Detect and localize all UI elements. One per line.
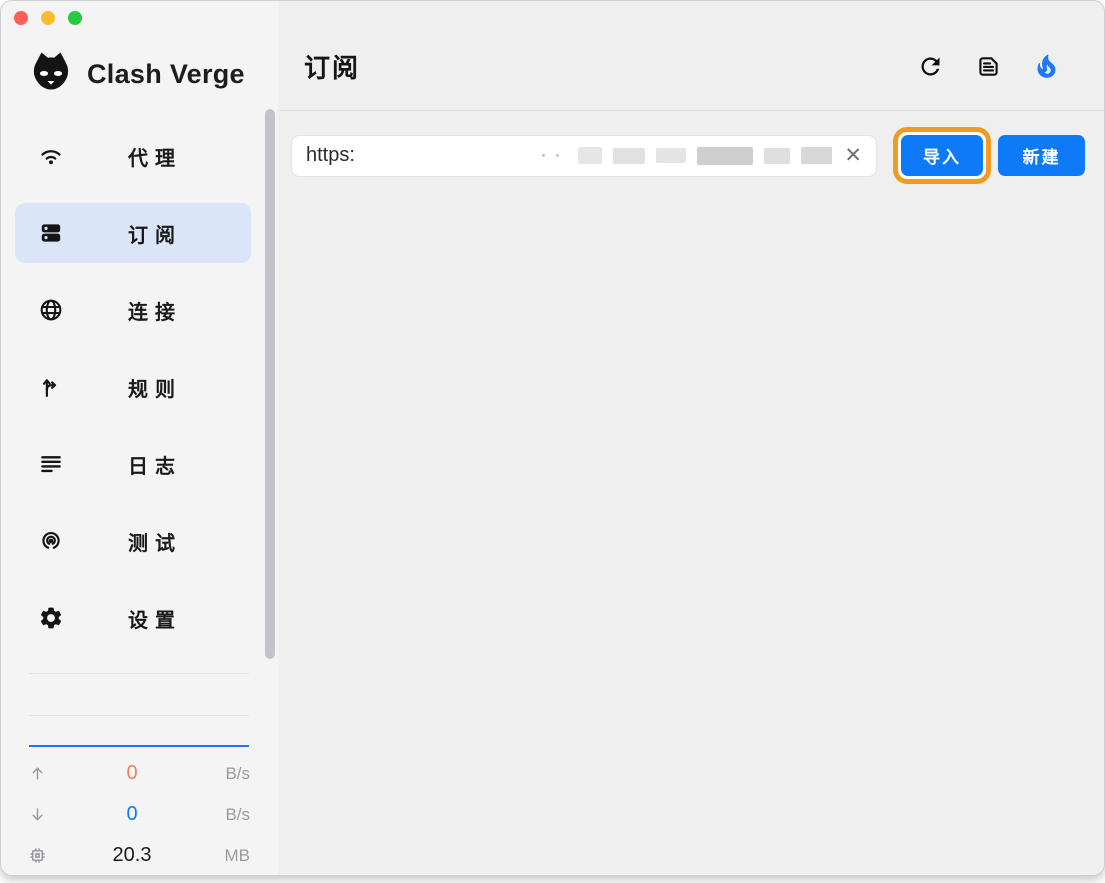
- globe-icon: [38, 297, 64, 323]
- clear-input-icon[interactable]: ✕: [842, 143, 864, 168]
- subscription-toolbar: https: ✕ 导入 新建: [291, 126, 1085, 185]
- sidebar-divider: [29, 673, 249, 674]
- sidebar-nav: 代理 订阅: [15, 126, 251, 665]
- sidebar-item-label: 日志: [128, 450, 182, 479]
- subscription-url-input[interactable]: https: ✕: [291, 135, 877, 177]
- header-actions: [917, 53, 1060, 80]
- traffic-stats: 0 B/s 0 B/s 20.3 MB: [28, 753, 250, 876]
- sidebar-item-label: 连接: [128, 296, 182, 325]
- sidebar-item-label: 订阅: [128, 219, 182, 248]
- fork-icon: [38, 374, 64, 400]
- download-speed-unit: B/s: [206, 805, 250, 825]
- gear-icon: [38, 605, 64, 631]
- sidebar-item-settings[interactable]: 设置: [15, 588, 251, 648]
- page-title: 订阅: [304, 48, 360, 85]
- sidebar-item-label: 测试: [128, 527, 182, 556]
- app-window: Clash Verge 代理: [0, 0, 1105, 876]
- maximize-window-button[interactable]: [68, 11, 82, 25]
- refresh-icon[interactable]: [917, 53, 944, 80]
- sidebar-item-test[interactable]: 测试: [15, 511, 251, 571]
- app-title: Clash Verge: [87, 59, 245, 90]
- profiles-empty-area: [278, 185, 1104, 875]
- sidebar-item-label: 设置: [128, 604, 182, 633]
- download-speed-value: 0: [58, 803, 206, 826]
- sidebar-item-label: 代理: [128, 142, 182, 171]
- app-logo: Clash Verge: [27, 48, 245, 101]
- minimize-window-button[interactable]: [41, 11, 55, 25]
- memory-stat: 20.3 MB: [28, 835, 250, 876]
- page-header: 订阅: [278, 1, 1104, 111]
- window-controls: [14, 11, 82, 25]
- sidebar: Clash Verge 代理: [1, 1, 278, 875]
- url-value: https:: [306, 144, 355, 167]
- arrow-up-icon: [28, 764, 58, 783]
- sidebar-divider: [29, 715, 249, 716]
- traffic-graph-baseline: [29, 745, 249, 747]
- upload-speed-unit: B/s: [206, 764, 250, 784]
- sidebar-item-profiles[interactable]: 订阅: [15, 203, 251, 263]
- flame-icon[interactable]: [1033, 53, 1060, 80]
- close-window-button[interactable]: [14, 11, 28, 25]
- main-panel: 订阅: [278, 1, 1104, 875]
- memory-usage-unit: MB: [206, 846, 250, 866]
- broadcast-icon: [38, 528, 64, 554]
- sidebar-item-logs[interactable]: 日志: [15, 434, 251, 494]
- redacted-url-blur: [542, 136, 832, 176]
- wifi-icon: [38, 143, 64, 169]
- profiles-icon: [38, 220, 64, 246]
- sidebar-item-proxies[interactable]: 代理: [15, 126, 251, 186]
- chip-icon: [28, 846, 58, 865]
- logs-icon: [38, 451, 64, 477]
- upload-speed-value: 0: [58, 762, 206, 785]
- import-button[interactable]: 导入: [901, 135, 983, 176]
- new-profile-button[interactable]: 新建: [998, 135, 1085, 176]
- sidebar-item-connections[interactable]: 连接: [15, 280, 251, 340]
- upload-stat: 0 B/s: [28, 753, 250, 794]
- download-stat: 0 B/s: [28, 794, 250, 835]
- memory-usage-value: 20.3: [58, 844, 206, 867]
- sidebar-scrollbar[interactable]: [265, 109, 275, 659]
- document-icon[interactable]: [975, 53, 1002, 80]
- import-button-highlight: 导入: [893, 127, 991, 184]
- sidebar-item-rules[interactable]: 规则: [15, 357, 251, 417]
- sidebar-item-label: 规则: [128, 373, 182, 402]
- arrow-down-icon: [28, 805, 58, 824]
- cat-logo-icon: [27, 48, 75, 101]
